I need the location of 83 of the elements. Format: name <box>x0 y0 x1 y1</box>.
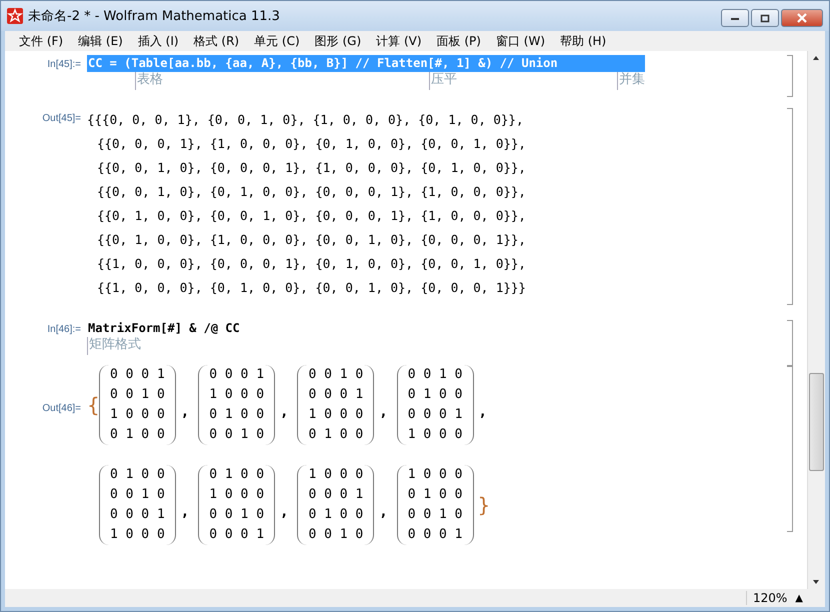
matrix-row-text: 0 0 1 0 <box>110 486 165 504</box>
output-line: {{1, 0, 0, 0}, {0, 1, 0, 0}, {0, 0, 1, 0}, {0, 0, 0, 1}}} <box>96 279 526 297</box>
menu-item[interactable]: 单元 (C) <box>254 32 300 50</box>
menu-item[interactable]: 帮助 (H) <box>560 32 606 50</box>
matrix-row-text: 0 1 0 0 <box>408 486 462 504</box>
matrix-row-text: 1 0 0 0 <box>110 406 165 424</box>
matrix-row-text: 0 0 1 0 <box>308 526 364 544</box>
menu-item[interactable]: 插入 (I) <box>138 32 179 50</box>
matrix-row-text: 0 0 0 1 <box>110 506 165 524</box>
matrix-row-text: 0 1 0 0 <box>209 466 264 484</box>
input-label: In[45]:= <box>46 58 82 70</box>
scroll-thumb[interactable] <box>809 373 824 471</box>
matrix-row-text: 1 0 0 0 <box>209 486 264 504</box>
comma: , <box>180 504 190 520</box>
matrix-row-text: 0 0 1 0 <box>209 426 264 444</box>
matrix-row-text: 0 0 0 1 <box>308 386 364 404</box>
menu-item[interactable]: 图形 (G) <box>314 32 362 50</box>
matrix-row-text: 0 0 0 1 <box>209 526 264 544</box>
matrix-row-text: 0 0 0 1 <box>110 366 165 384</box>
function-hint: 矩阵格式 <box>87 337 141 355</box>
brace: { <box>87 393 97 417</box>
matrix-row-text: 1 0 0 0 <box>308 406 364 424</box>
output-line: {{0, 1, 0, 0}, {0, 0, 1, 0}, {0, 0, 0, 1}, {1, 0, 0, 0}}, <box>96 207 526 225</box>
close-button[interactable] <box>781 9 823 27</box>
output-line: {{0, 0, 1, 0}, {0, 0, 0, 1}, {1, 0, 0, 0}, {0, 1, 0, 0}}, <box>96 159 526 177</box>
cell-bracket[interactable] <box>787 55 793 97</box>
cell-bracket[interactable] <box>787 108 793 305</box>
output-line: {{1, 0, 0, 0}, {0, 0, 0, 1}, {0, 1, 0, 0}, {0, 0, 1, 0}}, <box>96 255 526 273</box>
cell-bracket[interactable] <box>787 320 793 367</box>
matrix-row-text: 1 0 0 0 <box>408 426 462 444</box>
window-title: 未命名-2 * - Wolfram Mathematica 11.3 <box>28 8 280 25</box>
zoom-arrow[interactable]: ▲ <box>795 592 803 604</box>
matrix-row-text: 0 1 0 0 <box>209 406 264 424</box>
output-line: {{0, 1, 0, 0}, {1, 0, 0, 0}, {0, 0, 1, 0}, {0, 0, 0, 1}}, <box>96 231 526 249</box>
output-line: {{0, 0, 1, 0}, {0, 1, 0, 0}, {0, 0, 0, 1}, {1, 0, 0, 0}}, <box>96 183 526 201</box>
function-hint: 压平 <box>429 72 457 90</box>
output-label: Out[46]= <box>41 402 82 414</box>
output-label: Out[45]= <box>41 112 82 124</box>
close-icon <box>796 13 808 23</box>
comma: , <box>280 404 288 420</box>
matrix-row-text: 0 0 1 0 <box>110 386 165 404</box>
matrix-row-text: 0 1 0 0 <box>408 386 462 404</box>
matrix-row-text: 0 0 0 1 <box>408 406 462 424</box>
function-hint: 并集 <box>617 72 645 90</box>
minimize-button[interactable] <box>721 9 749 27</box>
maximize-button[interactable] <box>751 9 779 27</box>
output-line: {{0, 0, 0, 1}, {1, 0, 0, 0}, {0, 1, 0, 0}, {0, 0, 1, 0}}, <box>96 135 526 153</box>
app-icon <box>7 8 23 24</box>
function-hint: 表格 <box>135 72 163 90</box>
matrix-row-text: 1 0 0 0 <box>209 386 264 404</box>
matrix-row-text: 0 0 0 1 <box>308 486 364 504</box>
matrix-row-text: 0 0 1 0 <box>408 366 462 384</box>
menu-item[interactable]: 格式 (R) <box>194 32 240 50</box>
matrix-row-text: 0 0 0 1 <box>209 366 264 384</box>
matrix-row-text: 0 1 0 0 <box>110 466 165 484</box>
minimize-icon <box>730 15 740 21</box>
comma: , <box>180 404 190 420</box>
matrix-row-text: 0 1 0 0 <box>308 426 364 444</box>
matrix-row-text: 1 0 0 0 <box>110 526 165 544</box>
comma: , <box>379 504 388 520</box>
menu-item[interactable]: 文件 (F) <box>19 32 64 50</box>
matrix-row-text: 0 0 0 1 <box>408 526 462 544</box>
menu-item[interactable]: 窗口 (W) <box>496 32 545 50</box>
comma: , <box>379 404 388 420</box>
comma: , <box>280 504 288 520</box>
menu-item[interactable]: 计算 (V) <box>376 32 422 50</box>
matrix-row-text: 0 1 0 0 <box>308 506 364 524</box>
output-line: {{{0, 0, 0, 1}, {0, 0, 1, 0}, {1, 0, 0, 0}, {0, 1, 0, 0}}, <box>87 111 524 129</box>
menu-item[interactable]: 面板 (P) <box>436 32 481 50</box>
brace: } <box>478 493 488 517</box>
matrix-row-text: 1 0 0 0 <box>408 466 462 484</box>
matrix-row-text: 0 0 1 0 <box>209 506 264 524</box>
matrix-row-text: 0 1 0 0 <box>110 426 165 444</box>
maximize-icon <box>760 14 770 22</box>
cell-bracket[interactable] <box>787 365 793 532</box>
matrix-row-text: 0 0 1 0 <box>308 366 364 384</box>
zoom-level[interactable]: 120% <box>746 591 788 605</box>
comma: , <box>478 404 487 420</box>
input-label: In[46]:= <box>46 323 82 335</box>
menu-item[interactable]: 编辑 (E) <box>78 32 123 50</box>
matrix-row-text: 1 0 0 0 <box>308 466 364 484</box>
code-input[interactable]: MatrixForm[#] & /@ CC <box>87 320 241 337</box>
matrix-row-text: 0 0 1 0 <box>408 506 462 524</box>
